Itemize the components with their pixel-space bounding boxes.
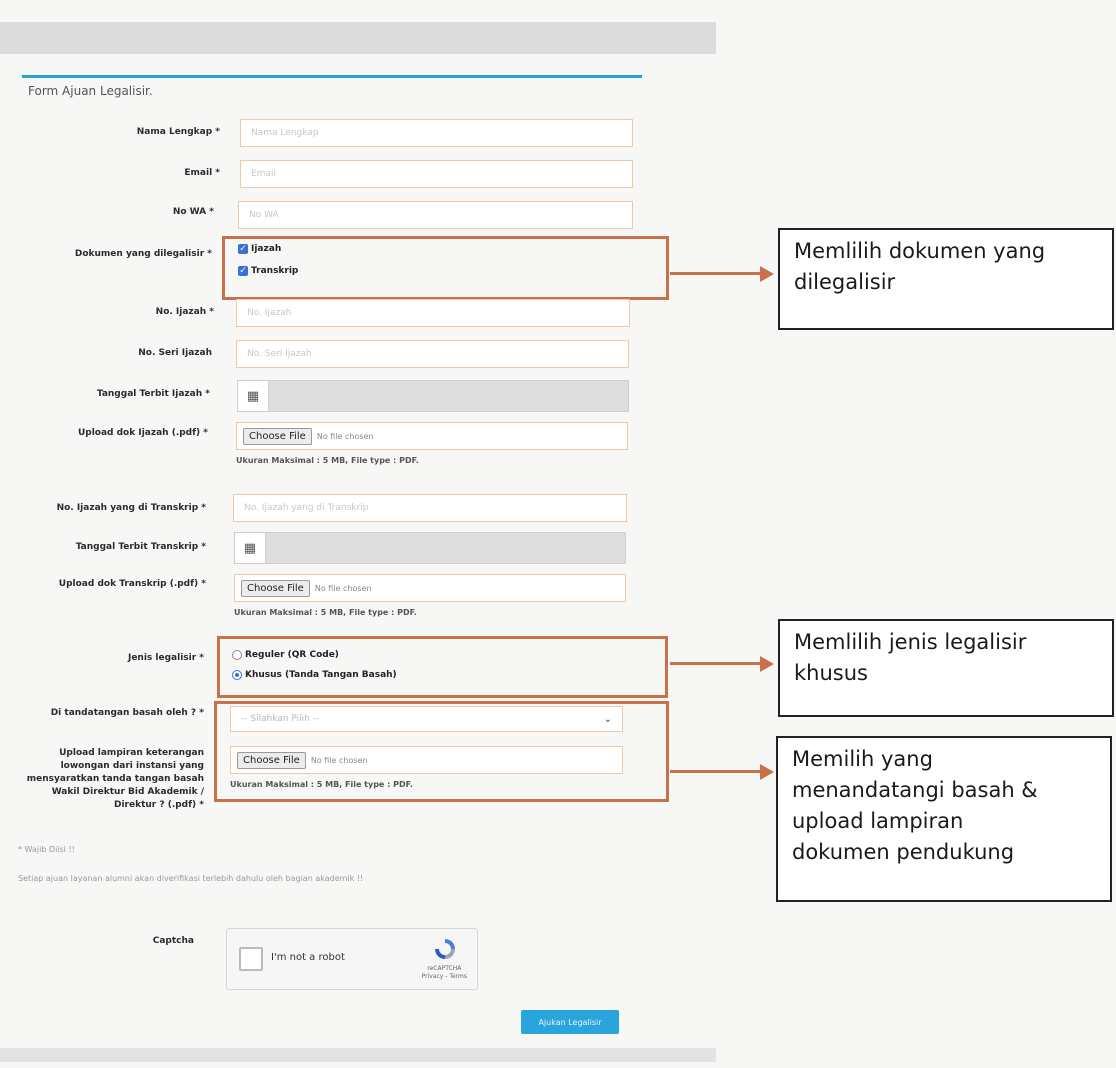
required-note: * Wajib Diisi !!: [18, 845, 75, 854]
bottom-bar: [0, 1048, 716, 1062]
label-captcha: Captcha: [152, 936, 194, 946]
no-ijazah-input[interactable]: No. Ijazah: [236, 299, 630, 327]
recaptcha-logo-icon: [435, 939, 455, 959]
label-upload-transkrip: Upload dok Transkrip (.pdf) *: [58, 579, 206, 589]
calendar-icon[interactable]: ▦: [234, 532, 266, 564]
hint-ijazah: Ukuran Maksimal : 5 MB, File type : PDF.: [236, 456, 419, 465]
annotation-box-dokumen: [222, 236, 669, 300]
label-upload-ijazah: Upload dok Ijazah (.pdf) *: [77, 428, 208, 438]
email-input[interactable]: Email: [240, 160, 633, 188]
calendar-icon[interactable]: ▦: [237, 380, 269, 412]
label-lampiran: Upload lampiran keterangan lowongan dari…: [26, 748, 204, 810]
label-jenis: Jenis legalisir *: [127, 653, 204, 663]
info-note: Setiap ajuan layanan alumni akan diverif…: [18, 874, 364, 883]
upload-ijazah-field[interactable]: Choose File No file chosen: [236, 422, 628, 450]
submit-button[interactable]: Ajukan Legalisir: [521, 1010, 619, 1034]
captcha-brand: reCAPTCHA Privacy - Terms: [421, 965, 467, 980]
label-no-ijazah: No. Ijazah *: [155, 307, 214, 317]
nama-input[interactable]: Nama Lengkap: [240, 119, 633, 147]
arrow-head-icon: [760, 656, 774, 672]
arrow-head-icon: [760, 266, 774, 282]
annotation-arrow-dokumen: [670, 272, 762, 275]
file-status-ijazah: No file chosen: [316, 431, 374, 441]
label-email: Email *: [184, 168, 220, 178]
annotation-box-jenis: [217, 636, 668, 698]
callout-dokumen: Memlilih dokumen yang dilegalisir: [778, 228, 1114, 330]
label-tgl-transkrip: Tanggal Terbit Transkrip *: [75, 542, 206, 552]
hint-transkrip: Ukuran Maksimal : 5 MB, File type : PDF.: [234, 608, 417, 617]
annotation-arrow-lampiran: [670, 770, 762, 773]
tgl-ijazah-field[interactable]: ▦: [237, 380, 629, 412]
label-seri-ijazah: No. Seri Ijazah: [138, 348, 212, 358]
choose-file-ijazah-button[interactable]: Choose File: [243, 427, 312, 445]
upload-transkrip-field[interactable]: Choose File No file chosen: [234, 574, 626, 602]
tgl-transkrip-input[interactable]: [266, 532, 626, 564]
label-no-transkrip: No. Ijazah yang di Transkrip *: [56, 503, 206, 513]
captcha-checkbox[interactable]: [239, 947, 263, 971]
arrow-head-icon: [760, 764, 774, 780]
wa-input[interactable]: No WA: [238, 201, 633, 229]
seri-ijazah-input[interactable]: No. Seri Ijazah: [236, 340, 629, 368]
choose-file-transkrip-button[interactable]: Choose File: [241, 579, 310, 597]
form-title: Form Ajuan Legalisir.: [28, 84, 153, 98]
label-ttd: Di tandatangan basah oleh ? *: [50, 708, 204, 718]
callout-lampiran: Memilih yang menandatangi basah & upload …: [776, 736, 1112, 902]
no-transkrip-input[interactable]: No. Ijazah yang di Transkrip: [233, 494, 627, 522]
tgl-transkrip-field[interactable]: ▦: [234, 532, 626, 564]
label-dokumen: Dokumen yang dilegalisir *: [74, 249, 212, 259]
form-header-line: [22, 75, 642, 78]
recaptcha-widget: I'm not a robot reCAPTCHA Privacy - Term…: [226, 928, 478, 990]
label-tgl-ijazah: Tanggal Terbit Ijazah *: [96, 389, 210, 399]
label-wa: No WA *: [172, 207, 214, 217]
file-status-transkrip: No file chosen: [314, 583, 372, 593]
tgl-ijazah-input[interactable]: [269, 380, 629, 412]
annotation-arrow-jenis: [670, 662, 762, 665]
annotation-box-lampiran: [214, 701, 669, 802]
callout-jenis: Memlilih jenis legalisir khusus: [778, 619, 1114, 717]
captcha-text: I'm not a robot: [271, 952, 345, 963]
label-nama: Nama Lengkap *: [136, 127, 220, 137]
top-bar: [0, 22, 716, 54]
